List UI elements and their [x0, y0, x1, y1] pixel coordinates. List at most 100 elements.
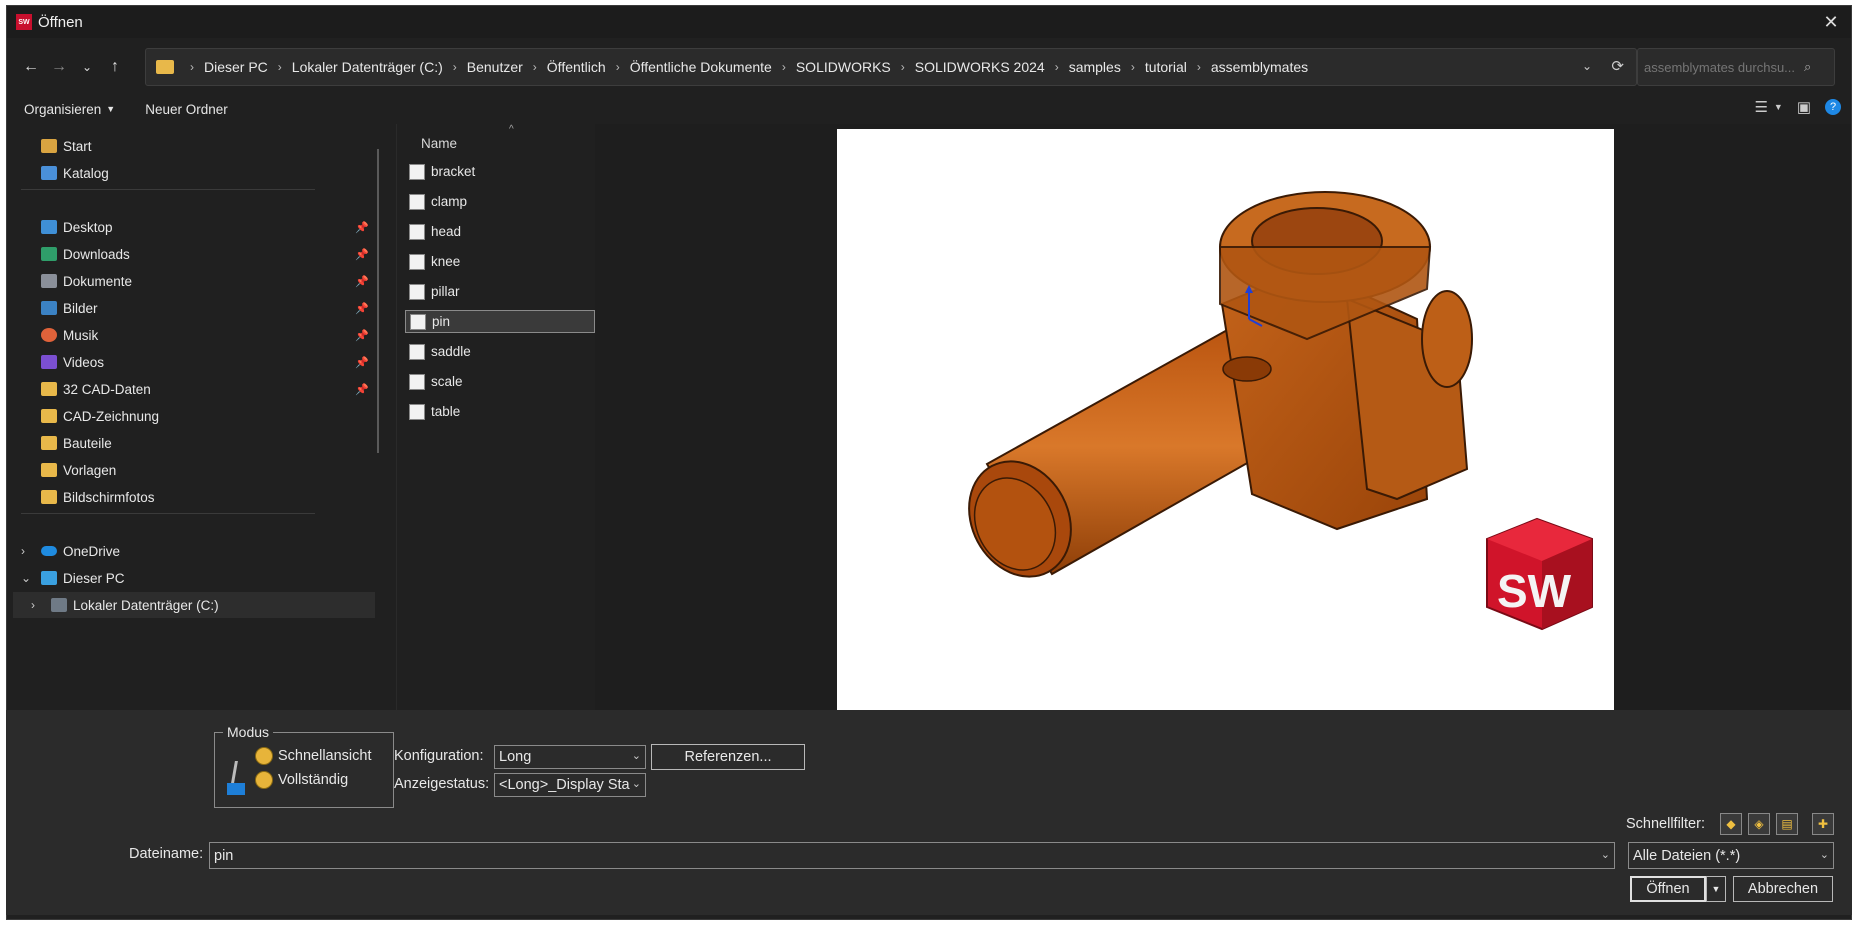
breadcrumb-item[interactable]: Lokaler Datenträger (C:): [292, 59, 443, 75]
organize-button[interactable]: Organisieren ▼: [24, 102, 115, 117]
pin-icon[interactable]: 📌: [355, 356, 369, 369]
sidebar-item-bildschirmfotos[interactable]: Bildschirmfotos: [13, 484, 369, 510]
forward-arrow-icon[interactable]: →: [45, 53, 73, 81]
references-button[interactable]: Referenzen...: [651, 744, 805, 770]
chevron-down-icon[interactable]: ⌄: [1601, 848, 1610, 861]
display-state-label: Anzeigestatus:: [394, 776, 490, 792]
schnellansicht-radio[interactable]: Schnellansicht: [255, 747, 372, 765]
refresh-icon[interactable]: ⟳: [1611, 57, 1624, 75]
pin-icon[interactable]: 📌: [355, 248, 369, 261]
close-icon[interactable]: ✕: [1819, 10, 1843, 34]
filter-top-level-icon[interactable]: ✚: [1812, 813, 1834, 835]
breadcrumb-item[interactable]: Dieser PC: [204, 59, 268, 75]
list-item[interactable]: knee: [405, 250, 595, 273]
sidebar-item-videos[interactable]: Videos 📌: [13, 349, 369, 375]
open-button[interactable]: Öffnen: [1630, 876, 1706, 902]
chevron-right-icon[interactable]: ›: [31, 598, 35, 612]
sidebar-item-label: Musik: [63, 327, 99, 343]
pin-icon[interactable]: 📌: [355, 302, 369, 315]
display-state-value: <Long>_Display Sta: [499, 777, 630, 793]
folder-icon: [156, 60, 174, 74]
pin-icon[interactable]: 📌: [355, 329, 369, 342]
chevron-right-icon[interactable]: ›: [21, 544, 25, 558]
sidebar-item-label: Bildschirmfotos: [63, 489, 155, 505]
breadcrumb-item[interactable]: Öffentlich: [547, 59, 606, 75]
back-arrow-icon[interactable]: ←: [17, 53, 45, 81]
file-name: saddle: [431, 344, 471, 359]
computer-icon: [41, 571, 57, 585]
up-arrow-icon[interactable]: ↑: [101, 53, 129, 81]
recent-locations-chevron-icon[interactable]: ⌄: [73, 53, 101, 81]
sidebar-item-bilder[interactable]: Bilder 📌: [13, 295, 369, 321]
list-item[interactable]: scale: [405, 370, 595, 393]
sidebar-item-cad-zeichnung[interactable]: CAD-Zeichnung: [13, 403, 369, 429]
part-file-icon: [409, 163, 425, 180]
sidebar-item-vorlagen[interactable]: Vorlagen: [13, 457, 369, 483]
sidebar-item-katalog[interactable]: Katalog: [13, 160, 369, 186]
breadcrumb-item[interactable]: SOLIDWORKS: [796, 59, 891, 75]
sidebar-item-dieser-pc[interactable]: ⌄ Dieser PC: [13, 565, 369, 591]
sidebar-item-32-cad-daten[interactable]: 32 CAD-Daten 📌: [13, 376, 369, 402]
cancel-button[interactable]: Abbrechen: [1733, 876, 1833, 902]
list-item[interactable]: table: [405, 400, 595, 423]
filter-drawings-icon[interactable]: ▤: [1776, 813, 1798, 835]
sidebar-item-start[interactable]: Start: [13, 133, 369, 159]
column-header-name[interactable]: Name: [421, 136, 457, 151]
address-bar[interactable]: › Dieser PC › Lokaler Datenträger (C:) ›…: [145, 48, 1637, 86]
desktop-icon: [41, 220, 57, 234]
breadcrumb-item[interactable]: SOLIDWORKS 2024: [915, 59, 1045, 75]
radio-label: Schnellansicht: [278, 748, 372, 764]
list-item[interactable]: saddle: [405, 340, 595, 363]
filetype-select[interactable]: Alle Dateien (*.*) ⌄: [1628, 842, 1834, 869]
sidebar-item-downloads[interactable]: Downloads 📌: [13, 241, 369, 267]
chevron-down-icon[interactable]: ⌄: [21, 571, 31, 585]
list-item-selected[interactable]: pin: [405, 310, 595, 333]
sidebar-item-desktop[interactable]: Desktop 📌: [13, 214, 369, 240]
filename-input[interactable]: pin ⌄: [209, 842, 1615, 869]
documents-icon: [41, 274, 57, 288]
chevron-right-icon: ›: [1130, 60, 1135, 74]
search-icon[interactable]: ⌕: [1804, 59, 1811, 75]
sidebar-item-label: Dieser PC: [63, 570, 125, 586]
view-options-caret-icon[interactable]: ▼: [1774, 102, 1783, 112]
navigation-scrollbar[interactable]: [377, 149, 379, 453]
filter-assemblies-icon[interactable]: ◈: [1748, 813, 1770, 835]
list-item[interactable]: pillar: [405, 280, 595, 303]
help-icon[interactable]: ?: [1825, 99, 1841, 115]
breadcrumb-item[interactable]: samples: [1069, 59, 1121, 75]
chevron-right-icon: ›: [190, 60, 194, 74]
pin-icon[interactable]: 📌: [355, 383, 369, 396]
search-box[interactable]: ⌕: [1637, 48, 1835, 86]
file-name: table: [431, 404, 461, 419]
sidebar-item-musik[interactable]: Musik 📌: [13, 322, 369, 348]
radio-label: Vollständig: [278, 772, 349, 788]
search-input[interactable]: [1644, 59, 1804, 75]
new-folder-button[interactable]: Neuer Ordner: [145, 102, 228, 117]
breadcrumb-item[interactable]: assemblymates: [1211, 59, 1308, 75]
sidebar-item-onedrive[interactable]: › OneDrive: [13, 538, 369, 564]
display-state-select[interactable]: <Long>_Display Sta ⌄: [494, 773, 646, 797]
list-item[interactable]: clamp: [405, 190, 595, 213]
pin-icon[interactable]: 📌: [355, 221, 369, 234]
vollstaendig-radio[interactable]: Vollständig: [255, 771, 348, 789]
sidebar-item-bauteile[interactable]: Bauteile: [13, 430, 369, 456]
list-item[interactable]: bracket: [405, 160, 595, 183]
pin-icon[interactable]: 📌: [355, 275, 369, 288]
address-history-chevron-icon[interactable]: ⌄: [1582, 59, 1592, 73]
configuration-select[interactable]: Long ⌄: [494, 745, 646, 769]
filename-label: Dateiname:: [129, 846, 204, 862]
sidebar-item-lokaler-datentraeger[interactable]: › Lokaler Datenträger (C:): [13, 592, 375, 618]
sidebar-item-dokumente[interactable]: Dokumente 📌: [13, 268, 369, 294]
sidebar-item-label: Downloads: [63, 246, 130, 262]
pin-part-render: SW: [968, 191, 1593, 631]
list-item[interactable]: head: [405, 220, 595, 243]
title-bar: SW Öffnen ✕: [7, 6, 1851, 38]
breadcrumb-item[interactable]: Benutzer: [467, 59, 523, 75]
filter-parts-icon[interactable]: ◆: [1720, 813, 1742, 835]
breadcrumb-item[interactable]: Öffentliche Dokumente: [630, 59, 772, 75]
breadcrumb-item[interactable]: tutorial: [1145, 59, 1187, 75]
preview-pane-icon[interactable]: ▣: [1797, 98, 1811, 116]
view-options-icon[interactable]: ☰: [1754, 98, 1767, 116]
caret-down-icon: ▼: [106, 104, 116, 114]
open-options-dropdown[interactable]: ▼: [1706, 876, 1726, 902]
